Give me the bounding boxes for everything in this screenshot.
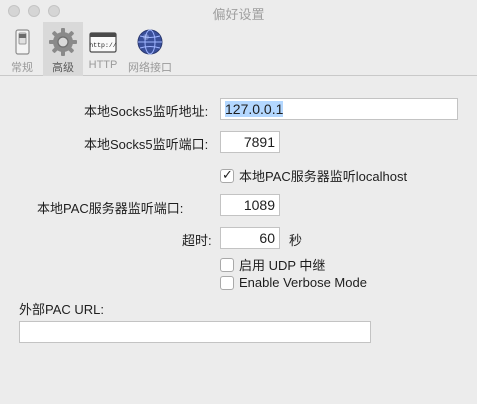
preferences-toolbar: 常规 高级 http:// HTTP 网络接口 <box>0 22 477 76</box>
tab-general[interactable]: 常规 <box>4 22 40 76</box>
tab-http[interactable]: http:// HTTP <box>86 22 120 76</box>
checkmark-icon: ✓ <box>222 166 233 182</box>
udp-relay-checkbox[interactable] <box>220 257 234 272</box>
verbose-mode-label: Enable Verbose Mode <box>239 275 367 290</box>
timeout-field[interactable]: 60 <box>220 227 280 249</box>
verbose-mode-checkbox[interactable] <box>220 275 234 290</box>
http-window-icon: http:// <box>87 26 119 58</box>
timeout-unit: 秒 <box>289 233 303 248</box>
switch-icon <box>6 26 38 58</box>
title-bar: 偏好设置 <box>0 0 477 22</box>
tab-advanced-label: 高级 <box>52 62 74 74</box>
socks-address-label: 本地Socks5监听地址: <box>84 104 209 119</box>
socks-address-field[interactable]: 127.0.0.1 <box>220 98 458 120</box>
tab-http-label: HTTP <box>88 59 118 71</box>
gear-icon <box>47 26 79 58</box>
external-pac-label: 外部PAC URL: <box>19 302 104 317</box>
window-title: 偏好设置 <box>212 7 265 22</box>
verbose-mode-checkbox-row[interactable]: Enable Verbose Mode <box>220 275 367 290</box>
svg-text:http://: http:// <box>89 42 116 49</box>
pac-localhost-label: 本地PAC服务器监听localhost <box>239 169 408 184</box>
udp-relay-label: 启用 UDP 中继 <box>239 258 326 273</box>
pac-port-field[interactable]: 1089 <box>220 194 280 216</box>
socks-port-field[interactable]: 7891 <box>220 131 280 153</box>
pac-localhost-checkbox-row[interactable]: ✓ 本地PAC服务器监听localhost <box>220 166 407 185</box>
preferences-window: 偏好设置 常规 高级 http:// HTTP 网络接口 本地Socks5监听地… <box>0 0 477 404</box>
tab-network-interface-label: 网络接口 <box>128 62 172 74</box>
network-globe-icon <box>134 26 166 58</box>
pac-localhost-checkbox[interactable]: ✓ <box>220 166 234 183</box>
socks-address-value: 127.0.0.1 <box>225 101 284 117</box>
timeout-label: 超时: <box>182 233 212 248</box>
external-pac-field[interactable] <box>19 321 371 343</box>
socks-port-label: 本地Socks5监听端口: <box>84 137 209 152</box>
pac-port-label: 本地PAC服务器监听端口: <box>37 201 184 216</box>
tab-advanced[interactable]: 高级 <box>43 22 83 76</box>
tab-general-label: 常规 <box>11 62 33 74</box>
tab-network-interface[interactable]: 网络接口 <box>124 22 176 76</box>
udp-relay-checkbox-row[interactable]: 启用 UDP 中继 <box>220 255 325 274</box>
